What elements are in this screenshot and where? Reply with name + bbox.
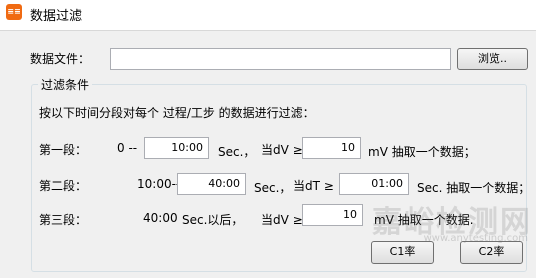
segment-1-time-unit: Sec.，: [218, 145, 256, 159]
dialog-body: 数据文件： 浏览.. 过滤条件 按以下时间分段对每个 过程/工步 的数据进行过滤…: [0, 31, 536, 278]
segment-2-label: 第二段：: [39, 179, 88, 193]
segment-2-threshold-field[interactable]: [339, 173, 409, 195]
segment-1-time-input[interactable]: [145, 138, 208, 156]
segment-1-start: 0 --: [117, 141, 138, 155]
segment-1-time-field[interactable]: [144, 137, 209, 159]
segment-2-result: Sec. 抽取一个数据；: [417, 181, 531, 195]
segment-3-label: 第三段：: [39, 213, 88, 227]
file-path-field[interactable]: [110, 48, 451, 70]
file-path-input[interactable]: [111, 49, 450, 67]
segment-3-threshold-field[interactable]: [302, 204, 363, 226]
segment-3-result: mV 抽取一个数据.: [374, 213, 474, 227]
browse-button[interactable]: 浏览..: [457, 48, 528, 70]
filter-conditions-title: 过滤条件: [38, 76, 93, 93]
segment-1-label: 第一段：: [39, 143, 88, 157]
segment-1-threshold-field[interactable]: [302, 137, 361, 159]
segment-3-threshold-input[interactable]: [303, 205, 362, 223]
c1-rate-button[interactable]: C1率: [371, 241, 434, 264]
segment-2-time-unit: Sec.，: [254, 181, 292, 195]
segment-2-start: 10:00--: [137, 177, 181, 191]
segment-2-threshold-input[interactable]: [340, 174, 408, 192]
title-bar: ≡≡ 数据过滤: [0, 0, 536, 31]
segment-2-time-field[interactable]: [177, 173, 246, 195]
app-icon: ≡≡: [6, 4, 22, 20]
c2-rate-button[interactable]: C2率: [460, 241, 523, 264]
window-title: 数据过滤: [30, 9, 83, 24]
segment-2-condition: 当dT ≥: [293, 179, 334, 193]
segment-1-threshold-input[interactable]: [303, 138, 360, 156]
segment-3-time-suffix: Sec.以后，: [182, 213, 244, 227]
segment-1-condition: 当dV ≥: [261, 143, 303, 157]
segment-3-start: 40:00: [143, 211, 178, 225]
segment-3-condition: 当dV ≥: [261, 213, 303, 227]
segment-1-result: mV 抽取一个数据；: [368, 145, 476, 159]
instruction-text: 按以下时间分段对每个 过程/工步 的数据进行过滤：: [39, 106, 315, 120]
segment-2-time-input[interactable]: [178, 174, 245, 192]
file-label: 数据文件：: [30, 52, 91, 66]
